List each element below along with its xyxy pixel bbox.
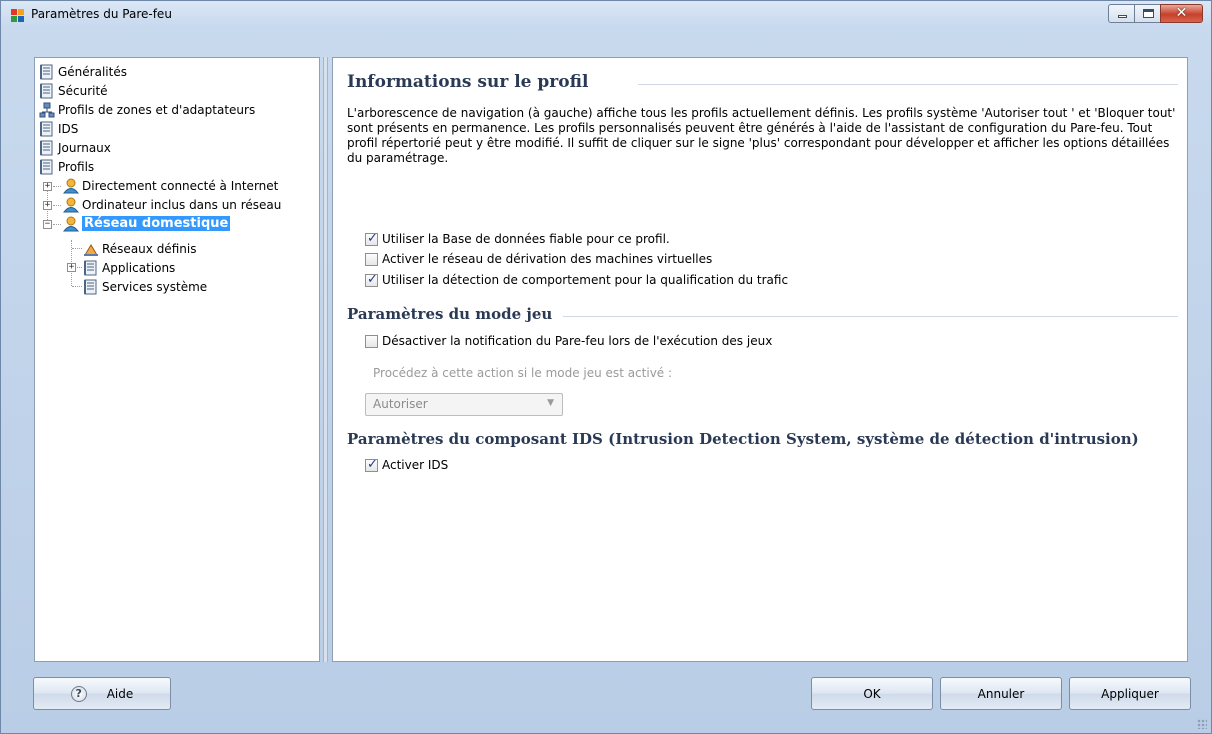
document-icon [40, 159, 53, 174]
tree-item-direct-internet[interactable]: Directement connecté à Internet [63, 176, 278, 195]
tree-item-local-network[interactable]: Ordinateur inclus dans un réseau [63, 195, 281, 214]
apply-button[interactable]: Appliquer [1069, 677, 1191, 710]
minimize-button[interactable] [1108, 4, 1135, 23]
document-icon [40, 121, 53, 136]
cancel-button[interactable]: Annuler [940, 677, 1062, 710]
tree-item-defined-networks[interactable]: Réseaux définis [83, 239, 196, 258]
tree-item-generalites[interactable]: Généralités [39, 62, 127, 81]
caption-buttons: ✕ [1108, 4, 1203, 23]
document-icon [40, 83, 53, 98]
trusted-db-option[interactable]: Utiliser la Base de données fiable pour … [365, 231, 670, 246]
tree-item-journaux[interactable]: Journaux [39, 138, 111, 157]
behavior-detection-option[interactable]: Utiliser la détection de comportement po… [365, 272, 789, 287]
maximize-icon [1143, 9, 1154, 18]
option-label: Désactiver la notification du Pare-feu l… [382, 334, 773, 348]
tree-connector [53, 205, 61, 206]
tree-item-system-services[interactable]: Services système [83, 277, 207, 296]
option-label: Activer le réseau de dérivation des mach… [382, 252, 713, 266]
disable-game-notification-checkbox[interactable] [365, 334, 378, 348]
window-title: Paramètres du Pare-feu [31, 7, 172, 21]
resize-grip-icon[interactable] [1197, 719, 1207, 729]
close-icon: ✕ [1175, 5, 1188, 21]
collapse-toggle[interactable]: − [43, 220, 52, 229]
document-icon [40, 140, 53, 155]
tree-item-label-selected: Réseau domestique [82, 216, 231, 231]
settings-content-panel: Informations sur le profil L'arborescenc… [332, 57, 1188, 662]
tree-connector [77, 267, 82, 268]
tree-item-securite[interactable]: Sécurité [39, 81, 108, 100]
tree-item-applications[interactable]: Applications [83, 258, 175, 277]
tree-item-ids[interactable]: IDS [39, 119, 78, 138]
ids-option[interactable]: Activer IDS [365, 457, 449, 472]
user-profile-icon [63, 178, 79, 193]
game-mode-heading: Paramètres du mode jeu [347, 305, 553, 323]
tree-connector [72, 286, 82, 287]
tree-item-label: Directement connecté à Internet [82, 178, 279, 193]
network-icon [39, 102, 55, 117]
profile-info-heading: Informations sur le profil [347, 72, 589, 92]
tree-item-label: Applications [102, 260, 176, 275]
tree-item-label: Sécurité [58, 83, 108, 98]
tree-item-label: Profils de zones et d'adaptateurs [58, 102, 256, 117]
document-icon [40, 64, 53, 79]
avg-logo-icon [11, 9, 24, 22]
tree-item-label: Profils [58, 159, 95, 174]
tree-connector [53, 186, 61, 187]
tree-item-zone-profiles[interactable]: Profils de zones et d'adaptateurs [39, 100, 255, 119]
help-button-label: Aide [106, 686, 134, 701]
expand-toggle[interactable]: + [67, 263, 76, 272]
ok-button[interactable]: OK [811, 677, 933, 710]
user-profile-icon [63, 216, 79, 231]
enable-ids-checkbox[interactable] [365, 457, 378, 472]
game-action-label: Procédez à cette action si le mode jeu e… [373, 366, 673, 380]
tree-item-label: Réseaux définis [102, 241, 197, 256]
expand-toggle[interactable]: + [43, 201, 52, 210]
ids-heading: Paramètres du composant IDS (Intrusion D… [347, 430, 1139, 448]
tree-item-label: Journaux [58, 140, 111, 155]
title-bar[interactable]: Paramètres du Pare-feu ✕ [1, 1, 1211, 29]
vm-bridged-option[interactable]: Activer le réseau de dérivation des mach… [365, 252, 712, 266]
option-label: Utiliser la détection de comportement po… [382, 273, 789, 287]
section-divider [638, 84, 1178, 85]
trusted-db-checkbox[interactable] [365, 231, 378, 246]
game-mode-option[interactable]: Désactiver la notification du Pare-feu l… [365, 334, 772, 348]
section-divider [563, 316, 1178, 317]
ok-button-label: OK [863, 686, 881, 701]
maximize-button[interactable] [1134, 4, 1161, 23]
option-label: Activer IDS [382, 458, 449, 472]
tree-connector [72, 248, 82, 249]
profile-description: L'arborescence de navigation (à gauche) … [347, 106, 1176, 165]
document-icon [84, 279, 97, 294]
tree-item-label: Services système [102, 279, 208, 294]
game-action-dropdown[interactable]: Autoriser ▼ [365, 393, 563, 416]
tree-item-home-network[interactable]: Réseau domestique [63, 214, 231, 233]
panel-splitter[interactable] [323, 57, 328, 662]
firewall-settings-window: Paramètres du Pare-feu ✕ Généralités Séc… [0, 0, 1212, 734]
tree-connector [53, 224, 61, 225]
tree-item-label: Généralités [58, 64, 127, 79]
document-icon [84, 260, 97, 275]
vm-bridged-checkbox[interactable] [365, 252, 378, 266]
option-label: Utiliser la Base de données fiable pour … [382, 232, 670, 246]
expand-toggle[interactable]: + [43, 182, 52, 191]
network-icon [84, 243, 98, 256]
user-profile-icon [63, 197, 79, 212]
chevron-down-icon: ▼ [547, 398, 554, 408]
cancel-button-label: Annuler [977, 686, 1025, 701]
navigation-tree: Généralités Sécurité Profils de zones et… [34, 57, 320, 662]
apply-button-label: Appliquer [1101, 686, 1159, 701]
help-button[interactable]: ? Aide [33, 677, 171, 710]
tree-item-label: IDS [58, 121, 79, 136]
close-button[interactable]: ✕ [1160, 4, 1203, 23]
behavior-detection-checkbox[interactable] [365, 272, 378, 287]
minimize-icon [1118, 15, 1127, 18]
tree-item-label: Ordinateur inclus dans un réseau [82, 197, 282, 212]
help-icon: ? [70, 685, 87, 702]
dropdown-value: Autoriser [373, 397, 428, 411]
tree-item-profils[interactable]: Profils [39, 157, 94, 176]
